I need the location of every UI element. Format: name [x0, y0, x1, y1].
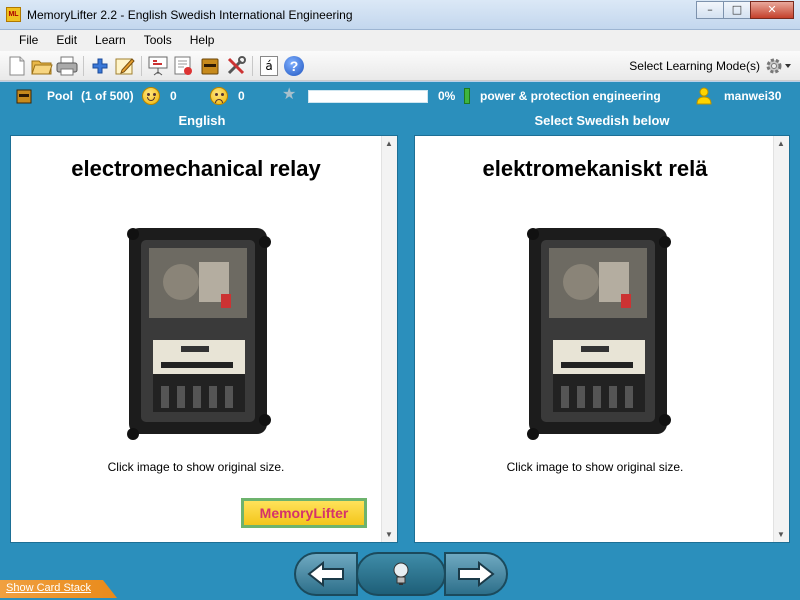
open-folder-icon[interactable] [31, 55, 53, 77]
window-title: MemoryLifter 2.2 - English Swedish Inter… [27, 8, 353, 22]
memorylifter-logo: MemoryLifter [241, 498, 367, 528]
arrow-left-icon [307, 561, 344, 587]
scroll-down-icon[interactable]: ▼ [777, 530, 785, 539]
previous-button[interactable] [294, 552, 358, 596]
close-button[interactable]: ✕ [750, 1, 794, 19]
question-column-header: English [178, 113, 226, 128]
answer-word: elektromekaniskt relä [482, 156, 708, 181]
help-icon[interactable]: ? [283, 55, 305, 77]
menu-edit[interactable]: Edit [47, 30, 86, 51]
wrong-count: 0 [238, 89, 245, 103]
settings-tools-icon[interactable] [225, 55, 247, 77]
help-label: ? [284, 56, 304, 76]
show-card-stack-link[interactable]: Show Card Stack [0, 580, 117, 598]
card-box-icon[interactable] [199, 55, 221, 77]
status-bar: Pool (1 of 500) 0 0 ★ 0% power & protect… [0, 82, 800, 110]
maximize-button[interactable]: □ [723, 1, 751, 19]
pool-label: Pool [47, 89, 73, 103]
relay-image[interactable] [519, 222, 675, 446]
scroll-down-icon[interactable]: ▼ [385, 530, 393, 539]
lightbulb-icon [393, 562, 409, 585]
next-button[interactable] [444, 552, 508, 596]
special-characters-label: á [260, 56, 278, 76]
question-scrollbar[interactable]: ▲ ▼ [381, 136, 397, 542]
correct-smiley-icon [142, 87, 160, 105]
question-word: electromechanical relay [71, 156, 321, 181]
presentation-icon[interactable] [147, 55, 169, 77]
add-card-icon[interactable] [89, 55, 111, 77]
card-box-icon [16, 89, 32, 104]
hint-button[interactable] [356, 552, 446, 596]
title-bar: ML MemoryLifter 2.2 - English Swedish In… [0, 0, 800, 30]
menu-file[interactable]: File [10, 30, 47, 51]
minimize-button[interactable]: – [696, 1, 724, 19]
username[interactable]: manwei30 [724, 89, 781, 103]
relay-image[interactable] [119, 222, 275, 446]
scroll-up-icon[interactable]: ▲ [385, 139, 393, 148]
answer-scrollbar[interactable]: ▲ ▼ [773, 136, 789, 542]
bottom-nav [0, 546, 800, 600]
answer-panel: elektromekaniskt relä Click image to sho… [414, 135, 790, 543]
window-controls: – □ ✕ [696, 1, 794, 19]
chapter-name[interactable]: power & protection engineering [480, 89, 661, 103]
app-icon: ML [6, 7, 21, 22]
main-area: English Select Swedish below electromech… [0, 110, 800, 546]
special-characters-icon[interactable]: á [258, 55, 280, 77]
pool-count: (1 of 500) [81, 89, 134, 103]
star-icon: ★ [282, 86, 297, 103]
correct-count: 0 [170, 89, 177, 103]
progress-percent: 0% [438, 89, 456, 103]
scroll-up-icon[interactable]: ▲ [777, 139, 785, 148]
learning-mode-label[interactable]: Select Learning Mode(s) [629, 59, 760, 73]
wrong-smiley-icon [210, 87, 228, 105]
edit-card-icon[interactable] [114, 55, 136, 77]
menu-help[interactable]: Help [181, 30, 224, 51]
new-file-icon[interactable] [6, 55, 28, 77]
progress-bar [308, 90, 428, 103]
print-icon[interactable] [56, 55, 78, 77]
question-image-hint: Click image to show original size. [107, 460, 285, 474]
answer-image-hint: Click image to show original size. [506, 460, 684, 474]
statistics-icon[interactable] [173, 55, 195, 77]
menu-learn[interactable]: Learn [86, 30, 135, 51]
learning-mode-gear-icon[interactable] [764, 56, 792, 76]
user-icon [696, 87, 712, 105]
toolbar: á ? Select Learning Mode(s) [0, 51, 800, 81]
menu-tools[interactable]: Tools [135, 30, 181, 51]
arrow-right-icon [458, 561, 495, 587]
question-panel: electromechanical relay Click image to s… [10, 135, 398, 543]
menu-bar: File Edit Learn Tools Help [0, 30, 800, 51]
chapter-indicator [464, 88, 470, 104]
answer-column-header: Select Swedish below [534, 113, 670, 128]
